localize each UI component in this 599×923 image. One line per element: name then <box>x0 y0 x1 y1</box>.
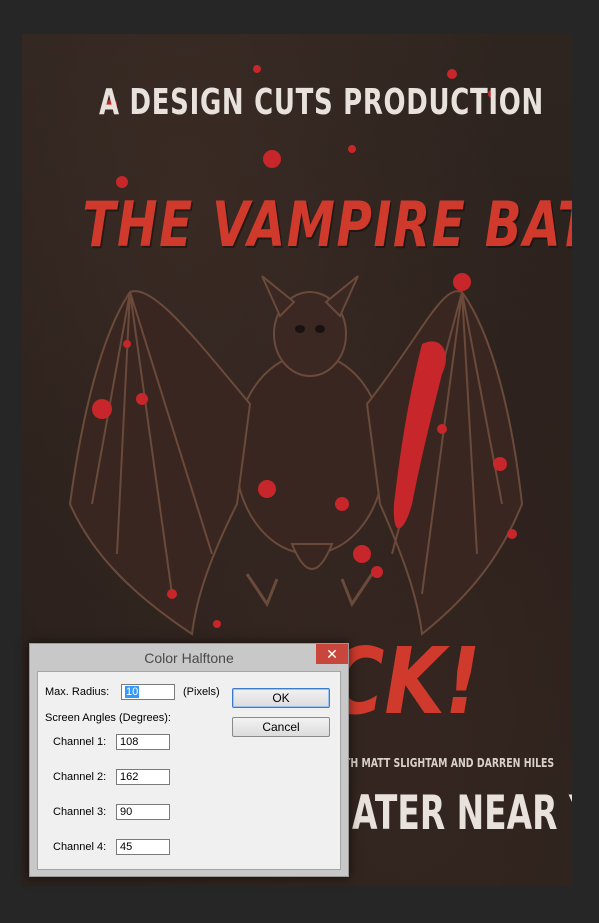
dialog-title: Color Halftone <box>144 650 234 666</box>
max-radius-label: Max. Radius: <box>45 686 110 698</box>
dialog-titlebar[interactable]: Color Halftone ✕ <box>30 644 348 671</box>
channel-1-label: Channel 1: <box>53 736 107 748</box>
poster-top-line: A DESIGN CUTS PRODUCTION <box>98 82 544 123</box>
ok-button[interactable]: OK <box>232 688 330 708</box>
dialog-body: Max. Radius: 10 (Pixels) Screen Angles (… <box>37 671 341 870</box>
color-halftone-dialog: Color Halftone ✕ Max. Radius: 10 (Pixels… <box>29 643 349 877</box>
poster-theater-line: ATER NEAR YOU <box>352 786 572 841</box>
bat-icon <box>68 275 524 636</box>
channel-3-input[interactable]: 90 <box>116 804 170 820</box>
channel-1-input[interactable]: 108 <box>116 734 170 750</box>
max-radius-input[interactable]: 10 <box>121 684 175 700</box>
close-icon[interactable]: ✕ <box>316 644 348 664</box>
poster-credits: TH MATT SLIGHTAM AND DARREN HILES <box>344 756 555 770</box>
screen-angles-label: Screen Angles (Degrees): <box>45 712 171 724</box>
cancel-button[interactable]: Cancel <box>232 717 330 737</box>
channel-4-input[interactable]: 45 <box>116 839 170 855</box>
poster-big-word: CK! <box>327 628 481 735</box>
poster-title: THE VAMPIRE BATS <box>82 188 572 261</box>
channel-3-label: Channel 3: <box>53 806 107 818</box>
channel-2-label: Channel 2: <box>53 771 107 783</box>
max-radius-unit: (Pixels) <box>183 686 220 698</box>
channel-4-label: Channel 4: <box>53 841 107 853</box>
channel-2-input[interactable]: 162 <box>116 769 170 785</box>
